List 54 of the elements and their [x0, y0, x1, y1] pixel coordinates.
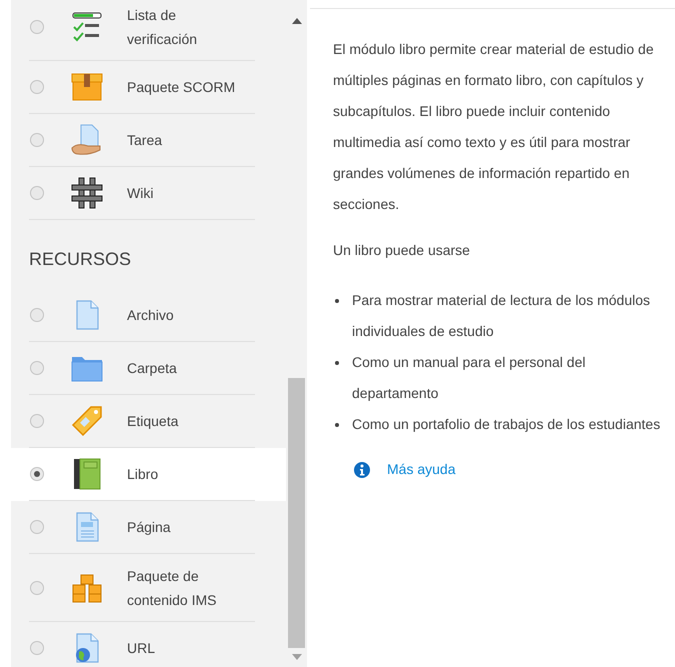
- module-label: Página: [127, 518, 172, 537]
- radio-button[interactable]: [30, 80, 44, 94]
- description-text: El módulo libro permite crear material de estudio de múltiples páginas en formato libro, con capítulos y subcapítulos. El libro puede incluir contenido multimedia así como texto y es útil para mostrar grandes volúmenes de información repartido en secciones.: [333, 40, 655, 214]
- folder-icon: [71, 354, 103, 382]
- intro-text: Un libro puede usarse: [333, 241, 471, 260]
- hand-document-icon: [71, 124, 103, 156]
- radio-button[interactable]: [30, 308, 44, 322]
- radio-button[interactable]: [30, 414, 44, 428]
- radio-button[interactable]: [30, 520, 44, 534]
- module-option[interactable]: Paquete de contenido IMS: [11, 554, 286, 622]
- wiki-icon: [71, 177, 103, 209]
- package-icon: [71, 72, 103, 102]
- module-option[interactable]: Tarea: [11, 114, 286, 167]
- module-option[interactable]: URL: [11, 622, 286, 667]
- module-option[interactable]: Libro: [11, 448, 286, 501]
- module-option[interactable]: Lista de verificación: [11, 0, 286, 61]
- module-option[interactable]: Carpeta: [11, 342, 286, 395]
- use-item: Como un portafolio de trabajos de los estudiantes: [352, 415, 660, 434]
- radio-button[interactable]: [30, 20, 44, 34]
- section-heading: RECURSOS: [29, 248, 132, 271]
- boxes-icon: [71, 572, 103, 602]
- module-option[interactable]: Paquete SCORM: [11, 61, 286, 114]
- document-icon: [74, 300, 100, 330]
- module-option[interactable]: Archivo: [11, 289, 286, 342]
- book-icon: [73, 458, 101, 490]
- radio-button[interactable]: [30, 641, 44, 655]
- help-link[interactable]: Más ayuda: [387, 454, 456, 485]
- module-label: Lista de verificación: [127, 6, 198, 48]
- module-label: Paquete de contenido IMS: [127, 566, 218, 610]
- scrollbar-thumb[interactable]: [288, 378, 305, 648]
- module-label: Libro: [127, 465, 160, 484]
- radio-button[interactable]: [30, 186, 44, 200]
- module-option[interactable]: Wiki: [11, 167, 286, 220]
- module-label: Etiqueta: [127, 412, 180, 431]
- checklist-icon: [71, 12, 103, 42]
- use-item: Como un manual para el personal del departamento: [352, 353, 586, 403]
- module-label: Carpeta: [127, 359, 178, 378]
- module-label: URL: [127, 639, 156, 658]
- radio-button[interactable]: [30, 361, 44, 375]
- globe-document-icon: [74, 633, 100, 663]
- radio-button[interactable]: [30, 580, 44, 594]
- scroll-up-icon[interactable]: [292, 18, 302, 24]
- radio-button[interactable]: [30, 133, 44, 147]
- module-option[interactable]: Página: [11, 501, 286, 554]
- tag-icon: [71, 405, 103, 437]
- radio-button[interactable]: [30, 467, 44, 481]
- info-icon: [354, 462, 370, 478]
- module-label: Wiki: [127, 184, 154, 203]
- module-label: Archivo: [127, 306, 175, 325]
- use-item: Para mostrar material de lectura de los módulos individuales de estudio: [352, 291, 652, 341]
- module-label: Paquete SCORM: [127, 78, 236, 97]
- page-icon: [74, 512, 100, 542]
- scroll-down-icon[interactable]: [292, 654, 302, 660]
- module-label: Tarea: [127, 131, 164, 150]
